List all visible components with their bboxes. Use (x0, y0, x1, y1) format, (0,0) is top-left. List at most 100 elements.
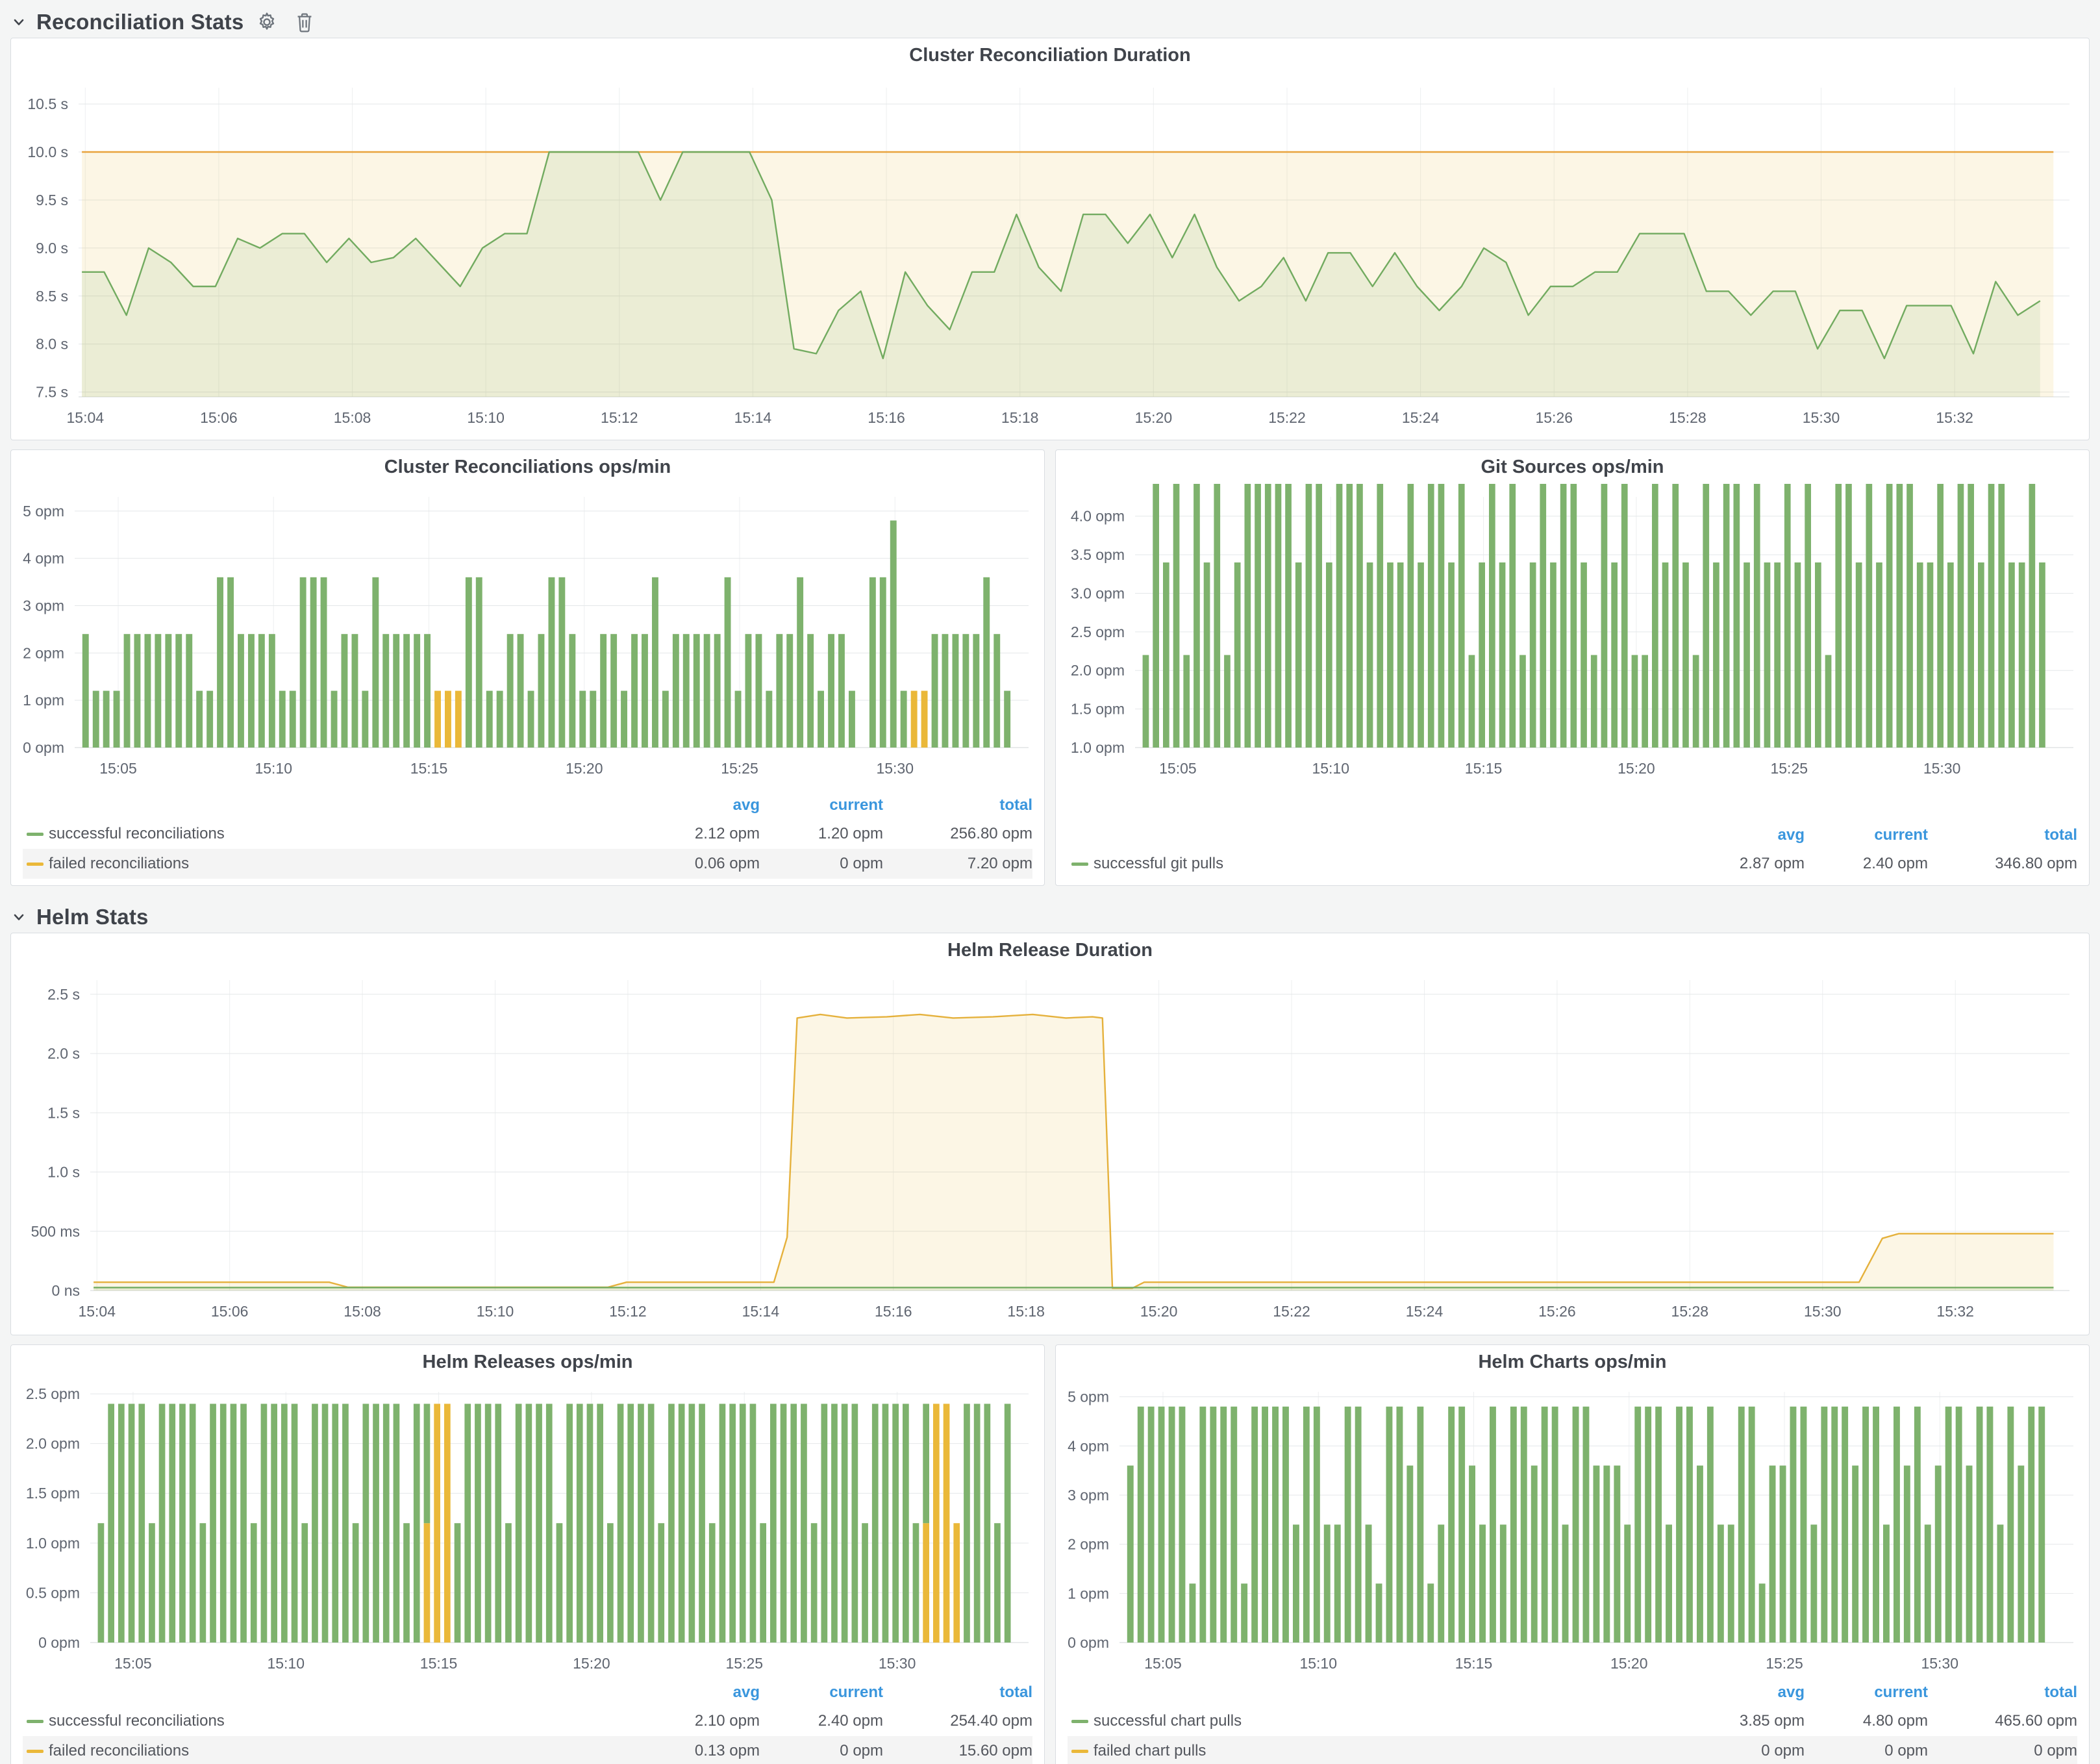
trash-icon[interactable] (290, 9, 319, 35)
series-name[interactable]: failed chart pulls (1094, 1742, 1688, 1760)
svg-text:15:24: 15:24 (1406, 1303, 1444, 1320)
legend-col-total[interactable]: total (1928, 826, 2077, 844)
series-name[interactable]: successful chart pulls (1094, 1712, 1688, 1730)
series-current: 0 opm (1805, 1742, 1928, 1760)
series-total: 15.60 opm (883, 1742, 1032, 1760)
chevron-down-icon (10, 909, 27, 926)
svg-text:9.5 s: 9.5 s (36, 192, 68, 208)
legend-row: successful reconciliations 2.12 opm 1.20… (23, 819, 1032, 849)
svg-text:15:04: 15:04 (78, 1303, 116, 1320)
series-current: 4.80 opm (1805, 1712, 1928, 1730)
gear-icon[interactable] (253, 9, 281, 35)
svg-text:1.0 s: 1.0 s (47, 1164, 80, 1181)
series-name[interactable]: failed reconciliations (49, 1742, 643, 1760)
series-current: 0 opm (760, 1742, 883, 1760)
git-sources-opm-chart[interactable]: 4.0 opm3.5 opm3.0 opm2.5 opm2.0 opm1.5 o… (1056, 484, 2089, 783)
panel-title[interactable]: Git Sources ops/min (1056, 450, 2089, 484)
panel-title[interactable]: Helm Release Duration (11, 933, 2089, 967)
legend-col-avg[interactable]: avg (1688, 826, 1805, 844)
legend-col-current[interactable]: current (1805, 826, 1928, 844)
svg-text:1.5 opm: 1.5 opm (26, 1485, 80, 1502)
legend: avg current total successful reconciliat… (11, 792, 1044, 885)
panel-title[interactable]: Helm Charts ops/min (1056, 1345, 2089, 1379)
svg-text:15:10: 15:10 (467, 409, 505, 426)
svg-text:15:10: 15:10 (1312, 760, 1349, 777)
series-current: 0 opm (760, 855, 883, 873)
series-name[interactable]: successful reconciliations (49, 1712, 643, 1730)
series-avg: 0.06 opm (643, 855, 760, 873)
legend-row: failed reconciliations 0.13 opm 0 opm 15… (23, 1736, 1032, 1764)
legend-row: failed reconciliations 0.06 opm 0 opm 7.… (23, 849, 1032, 879)
svg-text:3 opm: 3 opm (1068, 1487, 1109, 1504)
panel-helm-charts-opm: Helm Charts ops/min 5 opm4 opm3 opm2 opm… (1055, 1344, 2090, 1764)
panel-title[interactable]: Helm Releases ops/min (11, 1345, 1044, 1379)
svg-text:4.0 opm: 4.0 opm (1071, 508, 1125, 525)
legend: avg current total successful git pulls 2… (1056, 822, 2089, 885)
svg-text:15:24: 15:24 (1402, 409, 1440, 426)
section-header-helm-stats[interactable]: Helm Stats (10, 901, 2090, 933)
series-name[interactable]: failed reconciliations (49, 855, 643, 873)
series-swatch-orange (27, 863, 44, 866)
svg-text:8.5 s: 8.5 s (36, 288, 68, 305)
legend-col-total[interactable]: total (1928, 1683, 2077, 1702)
legend-header: avg current total (1068, 822, 2077, 849)
legend-col-avg[interactable]: avg (1688, 1683, 1805, 1702)
legend-col-total[interactable]: total (883, 796, 1032, 814)
series-total: 256.80 opm (883, 825, 1032, 843)
svg-text:15:10: 15:10 (255, 760, 292, 777)
grafana-dashboard: Reconciliation Stats Cluster Reconciliat… (0, 0, 2100, 1764)
svg-text:3.0 opm: 3.0 opm (1071, 585, 1125, 601)
svg-text:15:28: 15:28 (1669, 409, 1706, 426)
svg-text:4 opm: 4 opm (23, 550, 64, 567)
series-name[interactable]: successful git pulls (1094, 855, 1688, 873)
cluster-reconciliation-duration-chart[interactable]: 10.5 s10.0 s9.5 s9.0 s8.5 s8.0 s7.5 s15:… (11, 72, 2089, 436)
series-avg: 0 opm (1688, 1742, 1805, 1760)
helm-charts-opm-chart[interactable]: 5 opm4 opm3 opm2 opm1 opm0 opm15:0515:10… (1056, 1379, 2089, 1678)
series-avg: 2.12 opm (643, 825, 760, 843)
svg-text:5 opm: 5 opm (23, 503, 64, 520)
svg-text:1 opm: 1 opm (1068, 1585, 1109, 1602)
legend-col-current[interactable]: current (760, 1683, 883, 1702)
svg-text:15:06: 15:06 (200, 409, 238, 426)
legend-col-current[interactable]: current (1805, 1683, 1928, 1702)
section-title: Helm Stats (36, 905, 149, 929)
legend: avg current total successful chart pulls… (1056, 1679, 2089, 1764)
panel-title[interactable]: Cluster Reconciliations ops/min (11, 450, 1044, 484)
helm-releases-opm-chart[interactable]: 2.5 opm2.0 opm1.5 opm1.0 opm0.5 opm0 opm… (11, 1379, 1044, 1678)
svg-text:15:04: 15:04 (67, 409, 105, 426)
svg-text:15:08: 15:08 (334, 409, 371, 426)
section-title: Reconciliation Stats (36, 10, 244, 34)
legend-col-current[interactable]: current (760, 796, 883, 814)
panel-helm-releases-opm: Helm Releases ops/min 2.5 opm2.0 opm1.5 … (10, 1344, 1045, 1764)
svg-text:2 opm: 2 opm (1068, 1536, 1109, 1553)
svg-text:15:16: 15:16 (868, 409, 905, 426)
legend: avg current total successful reconciliat… (11, 1679, 1044, 1764)
series-current: 1.20 opm (760, 825, 883, 843)
svg-text:15:14: 15:14 (742, 1303, 780, 1320)
chevron-down-icon (10, 14, 27, 31)
svg-text:15:28: 15:28 (1671, 1303, 1709, 1320)
cluster-reconciliations-opm-chart[interactable]: 5 opm4 opm3 opm2 opm1 opm0 opm15:0515:10… (11, 484, 1044, 783)
legend-col-avg[interactable]: avg (643, 796, 760, 814)
series-name[interactable]: successful reconciliations (49, 825, 643, 843)
series-total: 465.60 opm (1928, 1712, 2077, 1730)
helm-release-duration-chart[interactable]: 2.5 s2.0 s1.5 s1.0 s500 ms0 ns15:0415:06… (11, 967, 2089, 1331)
legend-header: avg current total (23, 792, 1032, 819)
legend-row: successful reconciliations 2.10 opm 2.40… (23, 1706, 1032, 1736)
panel-title[interactable]: Cluster Reconciliation Duration (11, 38, 2089, 72)
svg-text:15:25: 15:25 (721, 760, 758, 777)
section-header-reconciliation-stats[interactable]: Reconciliation Stats (10, 6, 2090, 38)
svg-text:15:30: 15:30 (1803, 409, 1840, 426)
series-total: 7.20 opm (883, 855, 1032, 873)
legend-col-avg[interactable]: avg (643, 1683, 760, 1702)
svg-text:15:12: 15:12 (601, 409, 638, 426)
svg-text:15:14: 15:14 (734, 409, 772, 426)
legend-col-total[interactable]: total (883, 1683, 1032, 1702)
svg-text:7.5 s: 7.5 s (36, 384, 68, 401)
svg-text:2.5 opm: 2.5 opm (26, 1385, 80, 1402)
svg-text:8.0 s: 8.0 s (36, 336, 68, 353)
series-swatch-orange (27, 1750, 44, 1753)
svg-text:15:26: 15:26 (1535, 409, 1573, 426)
svg-text:15:12: 15:12 (609, 1303, 647, 1320)
svg-text:15:08: 15:08 (344, 1303, 381, 1320)
